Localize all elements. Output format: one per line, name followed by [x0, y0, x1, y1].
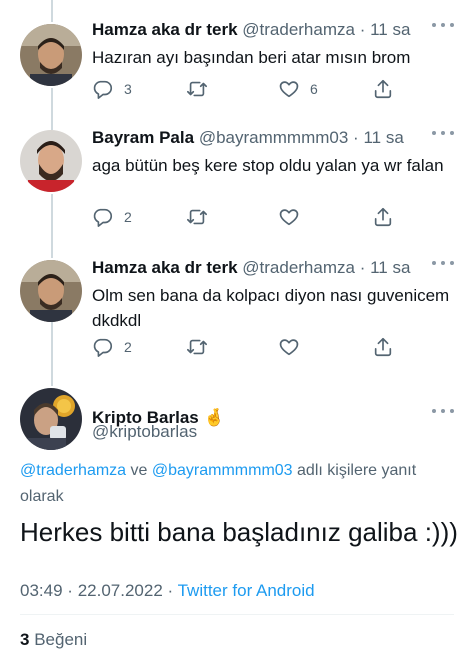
like-button[interactable] — [278, 336, 310, 358]
mention-link[interactable]: @bayrammmmm03 — [152, 462, 293, 479]
mention-link[interactable]: @traderhamza — [20, 462, 126, 479]
share-icon — [374, 79, 392, 99]
main-author-handle[interactable]: @kriptobarlas — [92, 421, 197, 443]
tweet-time[interactable]: 03:49 — [20, 581, 63, 600]
reply-icon — [93, 208, 113, 227]
like-button[interactable]: 6 — [278, 78, 318, 100]
tweet-source-link[interactable]: Twitter for Android — [178, 581, 315, 600]
retweet-button[interactable] — [186, 78, 218, 100]
more-icon[interactable] — [432, 406, 454, 416]
share-button[interactable] — [372, 336, 394, 358]
share-button[interactable] — [372, 78, 394, 100]
more-icon[interactable] — [432, 128, 454, 138]
reply-button[interactable]: 2 — [92, 206, 132, 228]
timestamp[interactable]: 11 sa — [370, 20, 410, 39]
like-button[interactable] — [278, 206, 310, 228]
reply-to-conj: ve — [130, 462, 148, 479]
more-icon[interactable] — [432, 20, 454, 30]
retweet-icon — [187, 339, 207, 355]
author-handle[interactable]: @bayrammmmm03 — [199, 128, 349, 147]
tweet-text: aga bütün beş kere stop oldu yalan ya wr… — [92, 156, 444, 175]
retweet-button[interactable] — [186, 336, 218, 358]
separator: · — [167, 581, 174, 600]
author-name[interactable]: Bayram Pala — [92, 128, 194, 147]
author-handle[interactable]: @traderhamza — [242, 20, 355, 39]
tweet-date[interactable]: 22.07.2022 — [78, 581, 163, 600]
avatar[interactable] — [20, 24, 82, 86]
retweet-icon — [187, 81, 207, 97]
like-icon — [279, 339, 299, 356]
tweet-actions: 2 — [92, 336, 392, 360]
reply-icon — [93, 338, 113, 357]
likes-label: Beğeni — [34, 630, 88, 649]
tweet-actions: 3 6 — [92, 78, 392, 102]
separator: · — [359, 20, 366, 39]
reply-tweet[interactable]: Hamza aka dr terk @traderhamza · 11 sa H… — [0, 14, 474, 110]
tweet-text: Hazıran ayı başından beri atar mısın bro… — [92, 48, 411, 67]
tweet-header: Hamza aka dr terk @traderhamza · 11 sa — [92, 19, 434, 41]
like-count: 6 — [310, 81, 318, 97]
reply-button[interactable]: 2 — [92, 336, 132, 358]
likes-summary[interactable]: 3 Beğeni — [20, 629, 87, 651]
avatar[interactable] — [20, 130, 82, 192]
share-icon — [374, 337, 392, 357]
like-icon — [279, 209, 299, 226]
reply-tweet[interactable]: Hamza aka dr terk @traderhamza · 11 sa O… — [0, 252, 474, 374]
separator: · — [67, 581, 73, 600]
reply-count: 2 — [124, 339, 132, 355]
tweet-header: Hamza aka dr terk @traderhamza · 11 sa — [92, 257, 434, 279]
hand-emoji-icon: 🤞 — [203, 408, 225, 427]
divider — [20, 614, 454, 615]
likes-count: 3 — [20, 630, 30, 649]
tweet-meta: 03:49 · 22.07.2022 · Twitter for Android — [20, 580, 315, 602]
avatar[interactable] — [20, 260, 82, 322]
reply-icon — [93, 80, 113, 99]
retweet-icon — [187, 209, 207, 225]
reply-count: 2 — [124, 209, 132, 225]
main-tweet-text: Herkes bitti bana başladınız galiba :))) — [20, 517, 458, 547]
timestamp[interactable]: 11 sa — [370, 258, 410, 277]
separator: · — [353, 128, 359, 147]
author-name[interactable]: Hamza aka dr terk — [92, 20, 238, 39]
reply-count: 3 — [124, 81, 132, 97]
retweet-button[interactable] — [186, 206, 218, 228]
author-handle[interactable]: @traderhamza — [242, 258, 355, 277]
tweet-text: Olm sen bana da kolpacı diyon nası guven… — [92, 286, 450, 330]
timestamp[interactable]: 11 sa — [363, 128, 403, 147]
tweet-header: Bayram Pala @bayrammmmm03 · 11 sa — [92, 127, 434, 149]
author-name[interactable]: Hamza aka dr terk — [92, 258, 238, 277]
more-icon[interactable] — [432, 258, 454, 268]
separator: · — [359, 258, 366, 277]
share-icon — [374, 207, 392, 227]
share-button[interactable] — [372, 206, 394, 228]
main-avatar[interactable] — [20, 388, 82, 450]
reply-tweet[interactable]: Bayram Pala @bayrammmmm03 · 11 sa aga bü… — [0, 122, 474, 242]
tweet-actions: 2 — [92, 206, 392, 230]
reply-to-line: @traderhamza ve @bayrammmmm03 adlı kişil… — [20, 458, 454, 510]
reply-button[interactable]: 3 — [92, 78, 132, 100]
like-icon — [279, 81, 299, 98]
